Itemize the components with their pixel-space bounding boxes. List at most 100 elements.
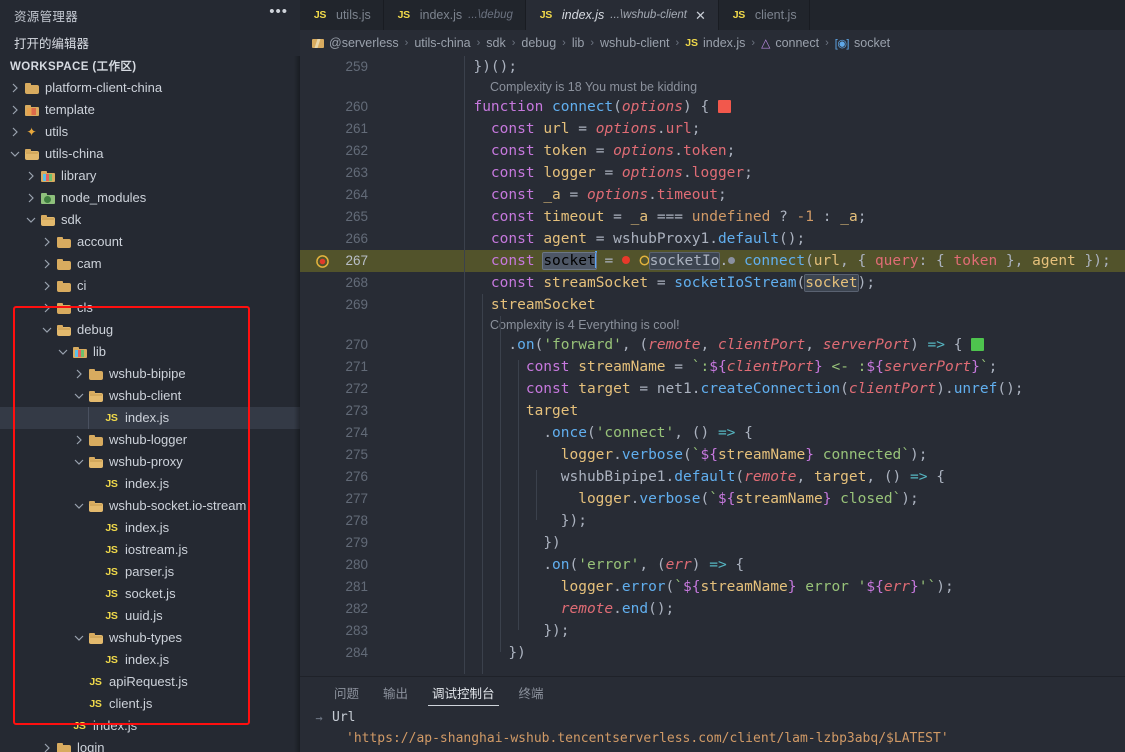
chevron-right-icon[interactable]	[40, 237, 54, 247]
chevron-down-icon[interactable]	[24, 215, 38, 225]
tree-folder-item[interactable]: wshub-types	[0, 627, 300, 649]
tree-folder-item[interactable]: sdk	[0, 209, 300, 231]
chevron-down-icon[interactable]	[72, 633, 86, 643]
tree-file-item[interactable]: JS uuid.js	[0, 605, 300, 627]
breadcrumb-item[interactable]: JS index.js	[685, 36, 745, 50]
tree-folder-item[interactable]: lib	[0, 341, 300, 363]
breadcrumb-item[interactable]: @serverless	[312, 36, 399, 50]
tree-file-item[interactable]: JS apiRequest.js	[0, 671, 300, 693]
tree-file-item[interactable]: JS iostream.js	[0, 539, 300, 561]
chevron-right-icon[interactable]	[72, 369, 86, 379]
breadcrumb-item[interactable]: sdk	[486, 36, 505, 50]
code-editor[interactable]: 259 260 261 262 263 264 265 266 267 268 269 270 271 2…	[300, 56, 1125, 676]
code-line[interactable]: });	[456, 620, 569, 642]
editor-gutter[interactable]: 259 260 261 262 263 264 265 266 267 268 269 270 271 2…	[300, 56, 382, 676]
chevron-right-icon[interactable]	[40, 303, 54, 313]
tree-folder-item[interactable]: template	[0, 99, 300, 121]
tree-folder-item[interactable]: wshub-socket.io-stream	[0, 495, 300, 517]
code-line[interactable]: const streamSocket = socketIoStream(sock…	[456, 272, 875, 294]
editor-tab[interactable]: JS utils.js	[300, 0, 384, 30]
chevron-down-icon[interactable]	[72, 391, 86, 401]
panel-tab-bar[interactable]: 问题 输出 调试控制台 终端	[300, 676, 1125, 708]
tree-file-item[interactable]: JS index.js	[0, 473, 300, 495]
code-line[interactable]: const target = net1.createConnection(cli…	[456, 378, 1024, 400]
chevron-right-icon[interactable]	[24, 171, 38, 181]
codelens-complexity[interactable]: Complexity is 18 You must be kidding	[490, 78, 697, 96]
code-line[interactable]: const streamName = `:${clientPort} <- :$…	[456, 356, 998, 378]
editor-tab[interactable]: JS client.js	[718, 0, 810, 30]
chevron-right-icon[interactable]	[72, 435, 86, 445]
chevron-right-icon[interactable]	[8, 105, 22, 115]
editor-tab[interactable]: JS index.js ...\debug	[383, 0, 526, 30]
panel-tab[interactable]: 调试控制台	[420, 676, 507, 708]
code-line[interactable]: remote.end();	[456, 598, 675, 620]
tree-folder-item[interactable]: cls	[0, 297, 300, 319]
ellipsis-icon[interactable]: •••	[269, 4, 288, 22]
tree-file-item[interactable]: JS index.js	[0, 649, 300, 671]
code-line[interactable]: })	[456, 642, 525, 664]
code-line[interactable]: const logger = options.logger;	[456, 162, 753, 184]
code-line[interactable]: const timeout = _a === undefined ? -1 : …	[456, 206, 867, 228]
code-line[interactable]: .on('forward', (remote, clientPort, serv…	[456, 334, 985, 356]
breadcrumb-item[interactable]: lib	[572, 36, 585, 50]
tree-folder-item[interactable]: platform-client-china	[0, 77, 300, 99]
tree-file-item[interactable]: JS index.js	[0, 715, 300, 737]
tree-folder-item[interactable]: node_modules	[0, 187, 300, 209]
tree-folder-item[interactable]: wshub-client	[0, 385, 300, 407]
code-line[interactable]: logger.verbose(`${streamName} connected`…	[456, 444, 928, 466]
chevron-down-icon[interactable]	[56, 347, 70, 357]
breadcrumb[interactable]: @serverless › utils-china › sdk › debug › lib › ws…	[300, 30, 1125, 56]
chevron-right-icon[interactable]	[8, 83, 22, 93]
code-line[interactable]: logger.error(`${streamName} error '${err…	[456, 576, 954, 598]
codelens-complexity[interactable]: Complexity is 4 Everything is cool!	[490, 316, 680, 334]
code-line[interactable]: const socket = socketIo. connect(url, { …	[456, 250, 1111, 272]
chevron-down-icon[interactable]	[72, 457, 86, 467]
tree-folder-item[interactable]: debug	[0, 319, 300, 341]
code-content[interactable]: })(); Complexity is 18 You must be kiddin…	[382, 56, 1125, 676]
tree-folder-item[interactable]: account	[0, 231, 300, 253]
tree-file-item[interactable]: JS parser.js	[0, 561, 300, 583]
open-editors-section[interactable]: 打开的编辑器	[0, 30, 300, 54]
tree-folder-item[interactable]: wshub-logger	[0, 429, 300, 451]
tree-file-item[interactable]: JS client.js	[0, 693, 300, 715]
panel-tab[interactable]: 问题	[322, 676, 371, 708]
chevron-right-icon[interactable]	[40, 259, 54, 269]
chevron-right-icon[interactable]	[8, 127, 22, 137]
code-line[interactable]: streamSocket	[456, 294, 596, 316]
tree-folder-item[interactable]: ci	[0, 275, 300, 297]
chevron-right-icon[interactable]	[40, 743, 54, 752]
tree-file-item[interactable]: JS index.js	[0, 407, 300, 429]
code-line[interactable]: });	[456, 510, 587, 532]
breadcrumb-item[interactable]: △ connect	[761, 36, 819, 50]
panel-tab[interactable]: 终端	[507, 676, 556, 708]
code-line[interactable]: const _a = options.timeout;	[456, 184, 727, 206]
code-line[interactable]: })();	[456, 56, 517, 78]
tree-folder-item[interactable]: utils-china	[0, 143, 300, 165]
code-line[interactable]: const agent = wshubProxy1.default();	[456, 228, 805, 250]
breakpoint-icon[interactable]	[316, 255, 329, 268]
chevron-down-icon[interactable]	[40, 325, 54, 335]
code-line[interactable]: function connect(options) {	[456, 96, 731, 118]
tree-folder-item[interactable]: cam	[0, 253, 300, 275]
workspace-section[interactable]: WORKSPACE (工作区)	[0, 54, 300, 77]
tree-folder-item[interactable]: wshub-bipipe	[0, 363, 300, 385]
tree-folder-item[interactable]: login	[0, 737, 300, 752]
tree-file-item[interactable]: JS socket.js	[0, 583, 300, 605]
close-icon[interactable]: ✕	[695, 9, 706, 22]
code-line[interactable]: })	[456, 532, 560, 554]
tree-folder-item[interactable]: wshub-proxy	[0, 451, 300, 473]
chevron-right-icon[interactable]	[40, 281, 54, 291]
breadcrumb-item[interactable]: utils-china	[414, 36, 470, 50]
chevron-down-icon[interactable]	[8, 149, 22, 159]
code-line[interactable]: const token = options.token;	[456, 140, 735, 162]
chevron-down-icon[interactable]	[72, 501, 86, 511]
editor-tab[interactable]: JS index.js ...\wshub-client ✕	[525, 0, 719, 30]
breadcrumb-item[interactable]: debug	[521, 36, 556, 50]
file-tree[interactable]: platform-client-china template ✦ utils utils…	[0, 77, 300, 752]
code-line[interactable]: const url = options.url;	[456, 118, 701, 140]
code-line[interactable]: wshubBipipe1.default(remote, target, () …	[456, 466, 945, 488]
code-line[interactable]: logger.verbose(`${streamName} closed`);	[456, 488, 919, 510]
breadcrumb-item[interactable]: wshub-client	[600, 36, 669, 50]
tree-folder-item[interactable]: ✦ utils	[0, 121, 300, 143]
tree-file-item[interactable]: JS index.js	[0, 517, 300, 539]
